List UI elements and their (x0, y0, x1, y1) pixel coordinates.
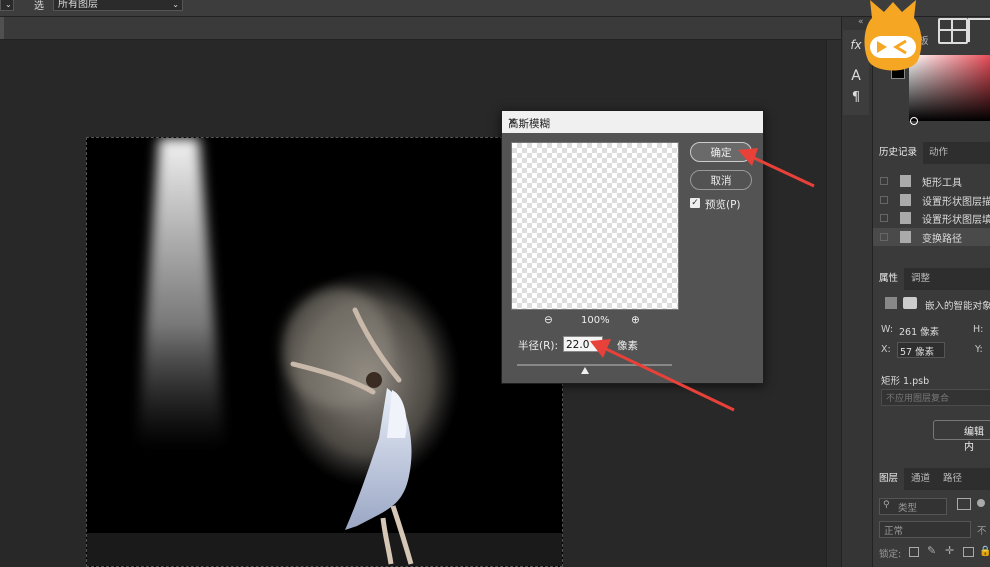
height-label: H: (973, 324, 984, 335)
chevron-down-icon: ⌄ (172, 0, 179, 9)
ok-button[interactable]: 确定 (690, 142, 752, 162)
lock-all-icon[interactable]: 🔒 (979, 546, 990, 557)
radius-label: 半径(R): (518, 340, 559, 352)
preview-label: 预览(P) (705, 199, 741, 211)
history-item-label: 矩形工具 (922, 178, 962, 189)
width-label: W: (881, 324, 894, 335)
history-item-active[interactable]: 变换路径 (873, 228, 990, 246)
document-canvas[interactable] (86, 137, 563, 567)
history-item[interactable]: 矩形工具 (873, 172, 990, 190)
history-panel-tabs: 历史记录 动作 (873, 142, 990, 164)
layer-kind-filter[interactable]: ⚲ 类型 (879, 498, 947, 515)
history-snapshot-checkbox[interactable] (880, 177, 888, 185)
layer-comp-placeholder: 不应用图层复合 (886, 394, 950, 404)
x-field[interactable]: 57 像素 (897, 342, 945, 358)
tab-channels[interactable]: 通道 (905, 468, 936, 490)
color-picker-handle[interactable] (910, 117, 918, 125)
vertical-scrollbar[interactable] (826, 40, 841, 567)
zoom-out-icon[interactable]: ⊖ (544, 314, 553, 326)
layer-scope-value: 所有图层 (58, 0, 98, 10)
tool-preset-dropdown[interactable]: ⌄ (0, 0, 14, 11)
smart-object-file: 矩形 1.psb (881, 376, 930, 387)
blend-mode-dropdown[interactable]: 正常 (879, 521, 971, 538)
document-icon (900, 175, 911, 187)
width-value[interactable]: 261 像素 (899, 324, 939, 338)
document-icon (900, 212, 911, 224)
tab-history[interactable]: 历史记录 (873, 142, 924, 164)
document-icon (900, 194, 911, 206)
history-item-label: 设置形状图层描 (922, 197, 990, 208)
tab-paths[interactable]: 路径 (937, 468, 968, 490)
document-tab-strip (0, 17, 848, 40)
edit-contents-button[interactable]: 编辑内 (933, 420, 990, 453)
gaussian-blur-dialog: 高斯模糊 ✕ 确定 取消 ✓ 预览(P) ⊖ 100% ⊕ 半径(R): 22.… (501, 110, 764, 384)
y-label: Y: (975, 344, 983, 355)
tab-adjustments[interactable]: 调整 (905, 268, 936, 290)
layer-kind-value: 类型 (898, 503, 918, 514)
radius-input[interactable]: 22.0 (563, 336, 603, 352)
tab-properties[interactable]: 属性 (873, 268, 905, 290)
edit-contents-label: 编辑内 (964, 427, 984, 453)
history-item[interactable]: 设置形状图层描 (873, 191, 990, 209)
zoom-level: 100% (581, 315, 610, 326)
opacity-label: 不 (977, 526, 987, 537)
chevron-down-icon: ⌄ (5, 0, 12, 9)
history-item-label: 设置形状图层填 (922, 215, 990, 226)
history-snapshot-checkbox[interactable] (880, 214, 888, 222)
smart-object-type: 嵌入的智能对象 (925, 301, 990, 312)
smart-object-icon (885, 297, 897, 309)
document-icon (900, 231, 911, 243)
layer-comp-dropdown[interactable]: 不应用图层复合 (881, 389, 990, 406)
lock-position-icon[interactable]: ✛ (945, 544, 954, 557)
radius-value: 22.0 (566, 339, 590, 351)
zoom-controls: ⊖ 100% ⊕ (511, 314, 677, 328)
layer-scope-dropdown[interactable]: 所有图层 ⌄ (53, 0, 183, 11)
lock-label: 锁定: (879, 549, 902, 560)
lock-paint-icon[interactable]: ✎ (927, 544, 936, 557)
lock-artboard-icon[interactable] (963, 547, 974, 557)
watermark-logo (864, 0, 922, 71)
tab-layers[interactable]: 图层 (873, 468, 905, 490)
cancel-button[interactable]: 取消 (690, 170, 752, 190)
layout-icon-partial (968, 18, 990, 42)
document-tab[interactable] (0, 17, 4, 39)
preview-checkbox[interactable]: ✓ (690, 198, 700, 208)
dancer-photo (87, 138, 562, 566)
radius-slider-track[interactable] (517, 364, 672, 366)
history-item-label: 变换路径 (922, 234, 962, 245)
layout-icon (938, 18, 968, 44)
history-snapshot-checkbox[interactable] (880, 196, 888, 204)
properties-panel-tabs: 属性 调整 (873, 268, 990, 290)
preview-pane[interactable] (511, 142, 679, 310)
layer-mask-icon (903, 297, 917, 309)
lock-transparent-icon[interactable] (909, 547, 919, 557)
pixel-layer-filter-icon[interactable] (957, 498, 971, 510)
zoom-in-icon[interactable]: ⊕ (631, 314, 640, 326)
search-icon: ⚲ (883, 500, 890, 510)
options-bar: ⌄ 选 所有图层 ⌄ (0, 0, 990, 17)
adjustment-filter-icon[interactable] (977, 499, 985, 507)
radius-slider-thumb[interactable] (581, 367, 590, 374)
dialog-title-bar[interactable]: 高斯模糊 ✕ (502, 111, 763, 133)
blend-mode-value: 正常 (884, 526, 904, 537)
paragraph-panel-icon[interactable]: ¶ (843, 90, 869, 105)
radius-unit: 像素 (617, 340, 638, 352)
tab-actions[interactable]: 动作 (923, 142, 954, 164)
x-label: X: (881, 344, 891, 355)
history-item[interactable]: 设置形状图层填 (873, 209, 990, 227)
right-panels: 板 历史记录 动作 矩形工具 设置形状图层描 设置形状图层填 变换路径 属性 调… (872, 17, 990, 567)
x-value: 57 像素 (900, 347, 935, 358)
close-icon[interactable]: ✕ (508, 116, 755, 128)
history-snapshot-checkbox[interactable] (880, 233, 888, 241)
layers-panel-tabs: 图层 通道 路径 (873, 468, 990, 490)
select-label: 选 (34, 1, 44, 12)
